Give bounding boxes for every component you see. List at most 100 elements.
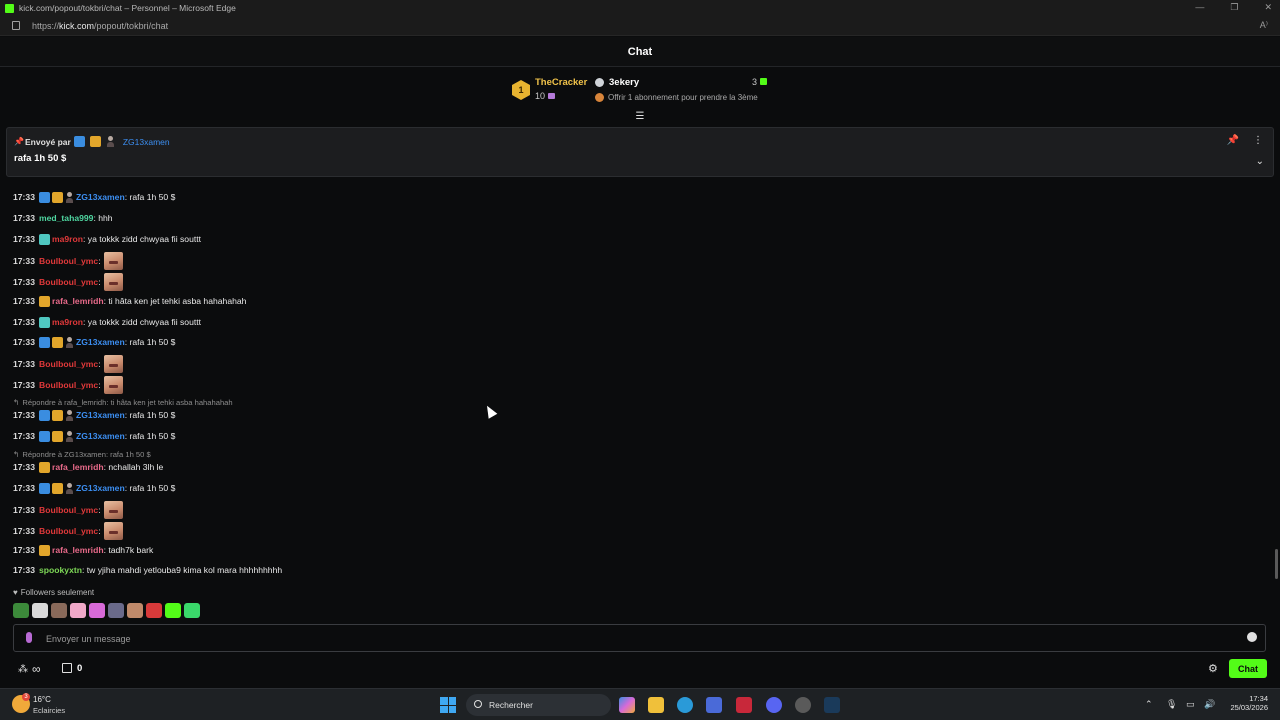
collapse-leaderboard-icon[interactable]: ☰: [634, 112, 646, 122]
pinned-user[interactable]: ZG13xamen: [123, 137, 170, 147]
emoji-picker-icon[interactable]: [1247, 632, 1257, 642]
message-user[interactable]: Boulboul_ymc: [39, 505, 98, 515]
network-icon[interactable]: ▭: [1186, 699, 1195, 710]
chat-message: 17:33 med_taha999: hhh: [13, 211, 113, 225]
chat-message: 17:33 rafa_lemridh: nchallah 3lh le: [13, 460, 163, 474]
chat-message: 17:33 Boulboul_ymc:: [13, 501, 123, 519]
message-user[interactable]: Boulboul_ymc: [39, 380, 98, 390]
message-text: : ya tokkk zidd chwyaa fii souttt: [83, 234, 202, 244]
restore-icon[interactable]: ❐: [1230, 2, 1238, 13]
emote-icon[interactable]: [32, 603, 48, 618]
unpin-icon[interactable]: 📌: [1227, 135, 1239, 146]
emote-icon[interactable]: [127, 603, 143, 618]
message-text: :: [98, 256, 101, 266]
weather-condition[interactable]: Eclaircies: [33, 706, 65, 715]
offer-sub-text[interactable]: Offrir 1 abonnement pour prendre la 3ème: [608, 93, 758, 102]
emote-icon[interactable]: [146, 603, 162, 618]
network-app-icon[interactable]: [795, 697, 811, 713]
message-user[interactable]: ZG13xamen: [76, 483, 125, 493]
chevron-up-icon[interactable]: ⌃: [1145, 699, 1153, 710]
rank-badge: 1: [512, 80, 530, 100]
windows-taskbar: 3 16°C Eclaircies Rechercher ⌃ 🎙 ▭ 🔊 17:…: [0, 688, 1280, 720]
message-time: 17:33: [13, 431, 35, 441]
message-time: 17:33: [13, 296, 35, 306]
chat-message: 17:33 Boulboul_ymc:: [13, 355, 123, 373]
scrollbar-thumb[interactable]: [1275, 549, 1278, 579]
url-text[interactable]: https://kick.com/popout/tokbri/chat: [32, 21, 168, 31]
copilot-icon[interactable]: [619, 697, 635, 713]
chat-messages[interactable]: 17:33 ZG13xamen: rafa 1h 50 $ 17:33 med_…: [0, 170, 1270, 588]
microphone-icon[interactable]: [26, 632, 32, 643]
message-input[interactable]: [46, 630, 1226, 647]
channel-points: 0: [77, 663, 83, 674]
message-time: 17:33: [13, 505, 35, 515]
taskbar-search[interactable]: Rechercher: [466, 694, 611, 716]
message-user[interactable]: ZG13xamen: [76, 431, 125, 441]
message-time: 17:33: [13, 359, 35, 369]
emote-icon[interactable]: [108, 603, 124, 618]
emote-icon[interactable]: [184, 603, 200, 618]
edge-browser-icon[interactable]: [677, 697, 693, 713]
mod-tools-icon[interactable]: ⁂: [18, 664, 28, 675]
second-gifter-name[interactable]: 3ekery: [609, 77, 639, 88]
chevron-down-icon[interactable]: ⌄: [1256, 156, 1264, 167]
message-user[interactable]: Boulboul_ymc: [39, 526, 98, 536]
emote-icon[interactable]: [89, 603, 105, 618]
more-options-icon[interactable]: ⋮: [1253, 135, 1263, 146]
message-time: 17:33: [13, 545, 35, 555]
message-user[interactable]: ZG13xamen: [76, 410, 125, 420]
reply-context[interactable]: ↰ Répondre à rafa_lemridh: ti hâta ken je…: [13, 398, 233, 407]
crown-badge-icon: [38, 461, 50, 473]
store-icon[interactable]: [706, 697, 722, 713]
address-bar[interactable]: https://kick.com/popout/tokbri/chat A⁾: [0, 16, 1280, 36]
emote-icon[interactable]: [70, 603, 86, 618]
emote-icon[interactable]: [165, 603, 181, 618]
message-user[interactable]: Boulboul_ymc: [39, 277, 98, 287]
infinity-icon[interactable]: ∞: [32, 662, 41, 676]
message-user[interactable]: rafa_lemridh: [52, 462, 104, 472]
close-icon[interactable]: ✕: [1264, 2, 1272, 13]
volume-icon[interactable]: 🔊: [1204, 699, 1215, 710]
reply-context[interactable]: ↰ Répondre à ZG13xamen: rafa 1h 50 $: [13, 450, 151, 459]
message-user[interactable]: Boulboul_ymc: [39, 359, 98, 369]
file-explorer-icon[interactable]: [648, 697, 664, 713]
quick-emotes-bar: [13, 603, 200, 618]
message-user[interactable]: rafa_lemridh: [52, 296, 104, 306]
send-chat-button[interactable]: Chat: [1229, 659, 1267, 678]
message-user[interactable]: ZG13xamen: [76, 337, 125, 347]
microphone-tray-icon[interactable]: 🎙: [1166, 699, 1177, 710]
acrobat-icon[interactable]: [736, 697, 752, 713]
discord-icon[interactable]: [766, 697, 782, 713]
message-input-box[interactable]: [13, 624, 1266, 652]
top-gifter-name[interactable]: TheCracker: [535, 77, 587, 88]
emote-icon[interactable]: [13, 603, 29, 618]
message-time: 17:33: [13, 256, 35, 266]
steam-icon[interactable]: [824, 697, 840, 713]
lock-icon[interactable]: [12, 21, 20, 30]
read-aloud-icon[interactable]: A⁾: [1260, 20, 1268, 31]
reply-text: Répondre à rafa_lemridh: ti hâta ken jet…: [22, 398, 233, 407]
gift-icon: [760, 78, 768, 85]
window-title: kick.com/popout/tokbri/chat – Personnel …: [19, 3, 236, 13]
top-gifter-count: 10: [535, 91, 556, 101]
message-user[interactable]: Boulboul_ymc: [39, 256, 98, 266]
moderator-badge-icon: [73, 136, 85, 147]
settings-gear-icon[interactable]: ⚙: [1208, 662, 1218, 675]
message-user[interactable]: rafa_lemridh: [52, 545, 104, 555]
crown-badge-icon: [38, 544, 50, 556]
weather-temp[interactable]: 16°C: [33, 695, 51, 704]
message-user[interactable]: med_taha999: [39, 213, 93, 223]
message-text: : hhh: [93, 213, 113, 223]
message-user[interactable]: ma9ron: [52, 317, 83, 327]
crown-badge-icon: [51, 430, 63, 442]
message-user[interactable]: ZG13xamen: [76, 192, 125, 202]
chat-message: 17:33 Boulboul_ymc:: [13, 252, 123, 270]
emote-icon[interactable]: [51, 603, 67, 618]
system-clock[interactable]: 17:34 25/03/2026: [1224, 694, 1268, 712]
message-user[interactable]: ma9ron: [52, 234, 83, 244]
minimize-icon[interactable]: —: [1195, 2, 1204, 13]
windows-start-icon[interactable]: [440, 697, 456, 713]
message-user[interactable]: spookyxtn: [39, 565, 82, 575]
shop-icon[interactable]: [62, 663, 72, 673]
chat-message: 17:33 spookyxtn: tw yjiha mahdi yetlouba…: [13, 563, 282, 577]
